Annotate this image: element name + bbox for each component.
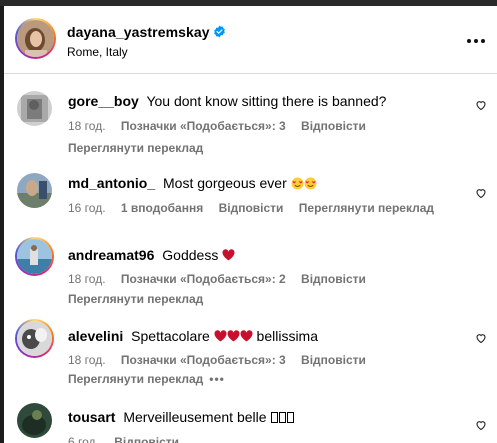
comment-meta: 18 год. Позначки «Подобається»: 3 Відпов… <box>68 353 378 367</box>
comment-meta: 18 год. Позначки «Подобається»: 2 Відпов… <box>68 272 378 286</box>
comment-text: You dont know sitting there is banned? <box>146 93 387 109</box>
like-heart-icon[interactable] <box>475 99 487 111</box>
comment-actions-row: Переглянути переклад ••• <box>68 372 225 386</box>
comment-text-line: gore__boy You dont know sitting there is… <box>68 93 386 109</box>
comment-likes[interactable]: Позначки «Подобається»: 2 <box>121 272 286 286</box>
comment-text: Merveilleusement belle <box>123 409 267 425</box>
comment-username[interactable]: gore__boy <box>68 93 139 109</box>
author-username[interactable]: dayana_yastremskay <box>67 24 210 40</box>
comment-text: Spettacolare <box>131 328 210 344</box>
author-username-row[interactable]: dayana_yastremskay <box>67 24 226 40</box>
comment-username[interactable]: tousart <box>68 409 115 425</box>
red-heart-emoji-icon <box>227 330 240 342</box>
reply-button[interactable]: Відповісти <box>301 272 366 286</box>
view-translation-button[interactable]: Переглянути переклад <box>68 372 203 386</box>
unrendered-glyphs <box>270 409 295 425</box>
like-heart-icon[interactable] <box>475 187 487 199</box>
comment-meta: 18 год. Позначки «Подобається»: 3 Відпов… <box>68 119 378 133</box>
comment-time[interactable]: 16 год. <box>68 201 106 215</box>
comment-text-line: md_antonio_ Most gorgeous ever <box>68 175 317 191</box>
comment-text: Most gorgeous ever <box>163 175 287 191</box>
red-heart-emoji-icon <box>214 330 227 342</box>
red-heart-emoji-icon <box>222 249 235 261</box>
commenter-avatar[interactable] <box>17 91 52 126</box>
view-translation-button[interactable]: Переглянути переклад <box>299 201 434 215</box>
comments-panel: dayana_yastremskay Rome, Italy gore__boy… <box>4 6 497 443</box>
author-avatar[interactable] <box>15 18 56 59</box>
like-heart-icon[interactable] <box>475 419 487 431</box>
commenter-avatar[interactable] <box>17 173 52 208</box>
comment-text-line: alevelini Spettacolare bellissima <box>68 328 318 344</box>
comment-likes[interactable]: 1 вподобання <box>121 201 203 215</box>
commenter-avatar[interactable] <box>15 319 54 358</box>
comment-time[interactable]: 18 год. <box>68 119 106 133</box>
post-location[interactable]: Rome, Italy <box>67 45 128 59</box>
comment-meta: 6 год. Відповісти <box>68 435 191 443</box>
comment-username[interactable]: alevelini <box>68 328 123 344</box>
verified-badge-icon <box>213 25 225 38</box>
comment-meta: 16 год. 1 вподобання Відповісти Переглян… <box>68 201 446 215</box>
comment-likes[interactable]: Позначки «Подобається»: 3 <box>121 353 286 367</box>
comment-text-after: bellissima <box>256 328 319 344</box>
more-options-icon[interactable] <box>467 39 485 43</box>
heart-eyes-emoji-icon <box>291 177 304 190</box>
post-header: dayana_yastremskay Rome, Italy <box>4 6 497 74</box>
reply-button[interactable]: Відповісти <box>301 353 366 367</box>
comment-text-line: andreamat96 Goddess <box>68 247 235 263</box>
comment-text-line: tousart Merveilleusement belle <box>68 409 295 425</box>
view-translation-button[interactable]: Переглянути переклад <box>68 141 203 155</box>
reply-button[interactable]: Відповісти <box>114 435 179 443</box>
comment-time[interactable]: 6 год. <box>68 435 99 443</box>
reply-button[interactable]: Відповісти <box>219 201 284 215</box>
commenter-avatar[interactable] <box>15 237 54 276</box>
like-heart-icon[interactable] <box>475 332 487 344</box>
comment-text: Goddess <box>162 247 219 263</box>
heart-eyes-emoji-icon <box>304 177 317 190</box>
red-heart-emoji-icon <box>240 330 253 342</box>
commenter-avatar[interactable] <box>17 403 52 438</box>
comment-time[interactable]: 18 год. <box>68 353 106 367</box>
comment-more-options-icon[interactable]: ••• <box>209 372 225 386</box>
comment-likes[interactable]: Позначки «Подобається»: 3 <box>121 119 286 133</box>
comment-time[interactable]: 18 год. <box>68 272 106 286</box>
comment-username[interactable]: andreamat96 <box>68 247 154 263</box>
reply-button[interactable]: Відповісти <box>301 119 366 133</box>
view-translation-button[interactable]: Переглянути переклад <box>68 292 203 306</box>
comment-username[interactable]: md_antonio_ <box>68 175 155 191</box>
